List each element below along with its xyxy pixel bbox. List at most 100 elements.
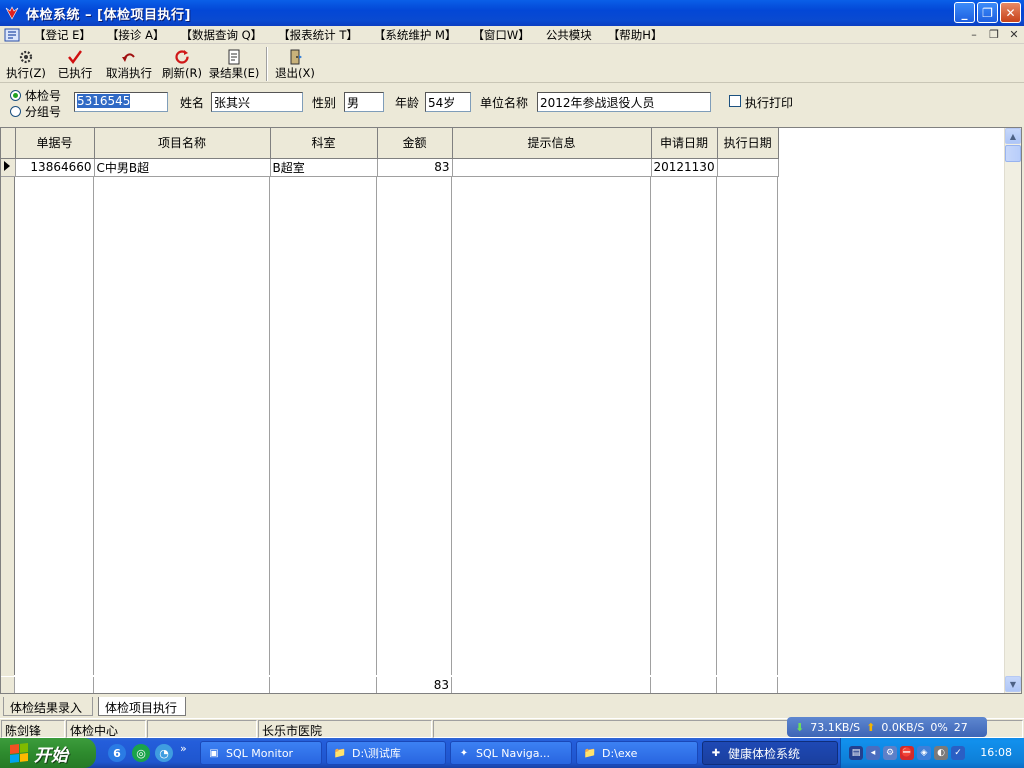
exam-items-grid: 单据号 项目名称 科室 金额 提示信息 申请日期 执行日期 13864660 C… [0, 127, 1022, 694]
browser-icon[interactable]: 6 [108, 744, 126, 762]
radio-group-no[interactable]: 分组号 [10, 103, 61, 119]
gender-input[interactable]: 男 [344, 92, 384, 112]
app-icon [4, 5, 20, 21]
exit-label: 退出(X) [275, 66, 315, 80]
column-divider [376, 177, 377, 675]
record-result-label: 录结果(E) [208, 66, 260, 80]
task-folder-test-db[interactable]: 📁 D:\测试库 [326, 741, 446, 765]
folder-icon: 📁 [333, 747, 347, 759]
windows-flag-icon [10, 743, 28, 763]
exam-no-input[interactable]: 5316545 [74, 92, 168, 112]
header-tip[interactable]: 提示信息 [452, 128, 652, 159]
mdi-restore-button[interactable]: ❐ [986, 27, 1002, 41]
tab-exam-item-execute[interactable]: 体检项目执行 [98, 697, 186, 716]
minimize-button[interactable]: _ [954, 2, 975, 23]
age-input[interactable]: 54岁 [425, 92, 471, 112]
task-health-exam-system[interactable]: ✚ 健康体检系统 [702, 741, 838, 765]
table-row[interactable]: 13864660 C中男B超 B超室 83 20121130 [1, 158, 779, 177]
net-percent: 0% [930, 720, 948, 734]
mdi-document-icon[interactable] [4, 28, 20, 42]
gender-label: 性别 [312, 96, 337, 110]
grid-vertical-scrollbar[interactable]: ▲ ▼ [1004, 128, 1021, 693]
menu-bar: 【登记 E】 【接诊 A】 【数据查询 Q】 【报表统计 T】 【系统维护 M】… [0, 26, 1024, 44]
menu-help[interactable]: 【帮助H】 [600, 27, 671, 43]
radio-exam-no[interactable]: 体检号 [10, 87, 61, 103]
exit-button[interactable]: 退出(X) [272, 45, 318, 82]
tab-exam-result-entry[interactable]: 体检结果录入 [3, 697, 93, 716]
header-item-name[interactable]: 项目名称 [94, 128, 271, 159]
restore-button[interactable]: ❐ [977, 2, 998, 23]
header-exec-date[interactable]: 执行日期 [717, 128, 779, 159]
cell-doc-no[interactable]: 13864660 [15, 158, 95, 177]
volume-icon[interactable]: ◂ [866, 746, 880, 760]
quicklaunch-expand-icon[interactable]: » [180, 742, 187, 755]
row-pointer-icon [1, 158, 16, 177]
monitor-icon: ▣ [209, 747, 219, 759]
org-input[interactable]: 2012年参战退役人员 [537, 92, 711, 112]
mdi-close-button[interactable]: ✕ [1006, 27, 1022, 41]
cancel-execute-button[interactable]: 取消执行 [100, 45, 158, 82]
scroll-thumb[interactable] [1005, 145, 1021, 162]
chrome-icon[interactable]: ◎ [132, 744, 150, 762]
search-type-radio-group: 体检号 分组号 [10, 87, 61, 119]
execute-button[interactable]: 执行(Z) [2, 45, 50, 82]
settings-icon[interactable]: ⚙ [883, 746, 897, 760]
menu-register[interactable]: 【登记 E】 [26, 27, 99, 43]
footer-indicator [1, 677, 15, 693]
cell-item-name[interactable]: C中男B超 [94, 158, 271, 177]
executed-button[interactable]: 已执行 [50, 45, 100, 82]
cell-amount[interactable]: 83 [377, 158, 453, 177]
menu-system-maintenance[interactable]: 【系统维护 M】 [366, 27, 465, 43]
cell-dept[interactable]: B超室 [270, 158, 378, 177]
cell-exec-date[interactable] [717, 158, 779, 177]
start-label: 开始 [34, 745, 68, 766]
name-input[interactable]: 张其兴 [211, 92, 303, 112]
menu-reception[interactable]: 【接诊 A】 [99, 27, 173, 43]
mdi-minimize-button[interactable]: – [966, 27, 982, 41]
shield-check-icon[interactable]: ✓ [951, 746, 965, 760]
record-result-button[interactable]: 录结果(E) [206, 45, 262, 82]
header-apply-date[interactable]: 申请日期 [651, 128, 718, 159]
taskbar: 开始 6 ◎ ◔ » ▣ SQL Monitor 📁 D:\测试库 ✦ SQL … [0, 738, 1024, 768]
taskbar-clock: 16:08 [980, 746, 1012, 759]
task-sql-monitor[interactable]: ▣ SQL Monitor [200, 741, 322, 765]
column-divider [451, 177, 452, 675]
header-amount[interactable]: 金额 [377, 128, 453, 159]
menu-data-query[interactable]: 【数据查询 Q】 [172, 27, 270, 43]
gender-value: 男 [347, 96, 360, 110]
name-value: 张其兴 [214, 96, 251, 110]
network-monitor-icon[interactable]: ▤ [849, 746, 863, 760]
print-checkbox[interactable] [729, 95, 741, 107]
header-indicator [1, 128, 16, 159]
column-divider [777, 177, 778, 675]
start-button[interactable]: 开始 [0, 738, 96, 768]
close-button[interactable]: ✕ [1000, 2, 1021, 23]
scroll-down-arrow-icon[interactable]: ▼ [1005, 676, 1021, 692]
header-dept[interactable]: 科室 [270, 128, 378, 159]
task-folder-exe[interactable]: 📁 D:\exe [576, 741, 698, 765]
menu-report-statistics[interactable]: 【报表统计 T】 [270, 27, 366, 43]
exit-door-icon [286, 49, 304, 65]
stop-icon[interactable]: ⛔ [900, 746, 914, 760]
menu-window[interactable]: 【窗口W】 [464, 27, 537, 43]
shield-icon[interactable]: ◈ [917, 746, 931, 760]
cell-apply-date[interactable]: 20121130 [651, 158, 718, 177]
column-divider [14, 177, 15, 675]
scroll-up-arrow-icon[interactable]: ▲ [1005, 128, 1021, 144]
cell-tip[interactable] [452, 158, 652, 177]
grid-header-row: 单据号 项目名称 科室 金额 提示信息 申请日期 执行日期 [1, 128, 779, 159]
undo-arrow-icon [120, 49, 138, 65]
radio-exam-no-label: 体检号 [25, 88, 62, 103]
title-bar: 体检系统 – [体检项目执行] _ ❐ ✕ [0, 0, 1024, 26]
header-doc-no[interactable]: 单据号 [15, 128, 95, 159]
status-empty [147, 720, 257, 738]
task-sql-navigator[interactable]: ✦ SQL Naviga... [450, 741, 572, 765]
window-title: 体检系统 – [体检项目执行] [26, 7, 191, 23]
column-divider [650, 177, 651, 675]
menu-public-module[interactable]: 公共模块 [538, 27, 600, 43]
security-icon[interactable]: ◐ [934, 746, 948, 760]
status-center: 体检中心 [66, 720, 146, 738]
document-edit-icon [225, 49, 243, 65]
chat-icon[interactable]: ◔ [155, 744, 173, 762]
refresh-button[interactable]: 刷新(R) [158, 45, 206, 82]
